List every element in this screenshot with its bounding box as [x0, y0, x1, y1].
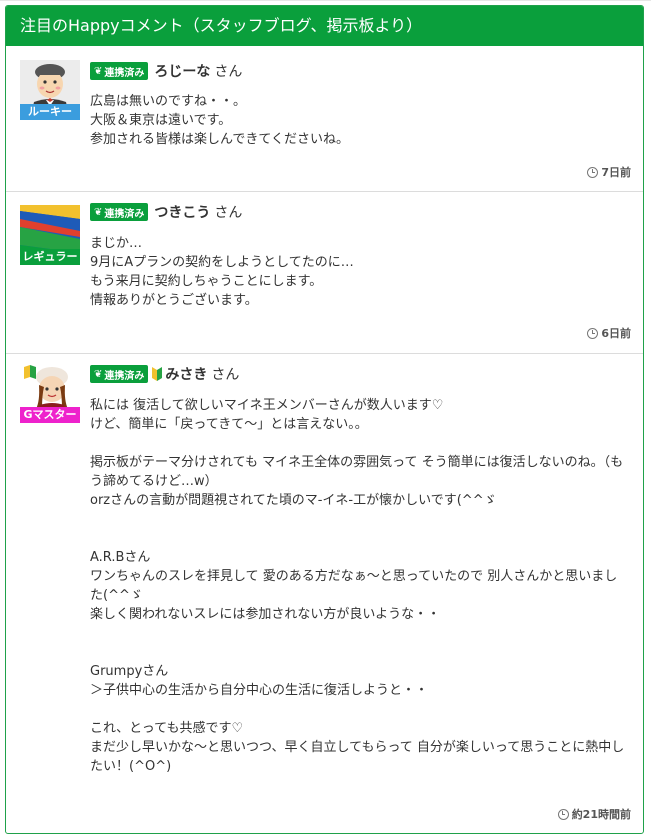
linked-badge: ❦ 連携済み: [90, 62, 149, 80]
linked-badge-label: 連携済み: [104, 67, 145, 79]
user-name[interactable]: みさき: [165, 364, 207, 384]
comment-meta: ❦ 連携済み つきこう さん: [90, 202, 242, 222]
honorific: さん: [214, 205, 243, 221]
clock-icon: [587, 327, 599, 339]
avatar[interactable]: Gマスター: [20, 363, 80, 423]
panel-title: 注目のHappyコメント（スタッフブログ、掲示板より）: [6, 6, 643, 46]
comment-item: Gマスター ❦ 連携済み みさき さん 私には 復活して欲しいマイネ王メンバーさ…: [6, 354, 643, 832]
honorific: さん: [214, 64, 243, 80]
window-top-border: [0, 0, 651, 1]
time-label: 約21時間前: [571, 808, 631, 821]
time-label: 6日前: [601, 327, 631, 340]
comment-meta: ❦ 連携済み みさき さん: [90, 364, 239, 384]
leaf-icon: ❦: [94, 368, 103, 380]
user-name[interactable]: ろじーな: [154, 61, 210, 81]
clock-icon: [587, 166, 599, 178]
comment-item: ルーキー ❦ 連携済み ろじーな さん 広島は無いのですね・・。 大阪＆東京は遠…: [6, 46, 643, 192]
comment-meta: ❦ 連携済み ろじーな さん: [90, 61, 242, 81]
comment-item: レギュラー ❦ 連携済み つきこう さん まじか… 9月にAプランの契約をしよう…: [6, 192, 643, 354]
avatar[interactable]: ルーキー: [20, 60, 80, 120]
comment-time: 6日前: [587, 325, 631, 341]
user-name[interactable]: つきこう: [154, 202, 210, 222]
beginner-mark-icon: [152, 367, 163, 381]
comment-time: 約21時間前: [557, 806, 631, 822]
linked-badge-label: 連携済み: [104, 370, 145, 382]
rank-badge: ルーキー: [20, 104, 80, 120]
clock-icon: [557, 808, 569, 820]
linked-badge: ❦ 連携済み: [90, 203, 149, 221]
comment-text: 広島は無いのですね・・。 大阪＆東京は遠いです。 参加される皆様は楽しんできてく…: [90, 94, 349, 147]
leaf-icon: ❦: [94, 206, 103, 218]
time-label: 7日前: [601, 166, 631, 179]
happy-comments-panel: 注目のHappyコメント（スタッフブログ、掲示板より） ルーキー ❦ 連携済み …: [5, 5, 644, 834]
rank-badge: Gマスター: [20, 407, 80, 423]
linked-badge: ❦ 連携済み: [90, 365, 149, 383]
avatar[interactable]: レギュラー: [20, 205, 80, 265]
comment-text: 私には 復活して欲しいマイネ王メンバーさんが数人います♡ けど、簡単に「戻ってき…: [90, 398, 625, 774]
comment-text: まじか… 9月にAプランの契約をしようとしてたのに… もう来月に契約しちゃうこと…: [90, 236, 354, 308]
honorific: さん: [211, 367, 240, 383]
linked-badge-label: 連携済み: [104, 208, 145, 220]
leaf-icon: ❦: [94, 65, 103, 77]
rank-badge: レギュラー: [20, 249, 80, 265]
comment-time: 7日前: [587, 164, 631, 180]
